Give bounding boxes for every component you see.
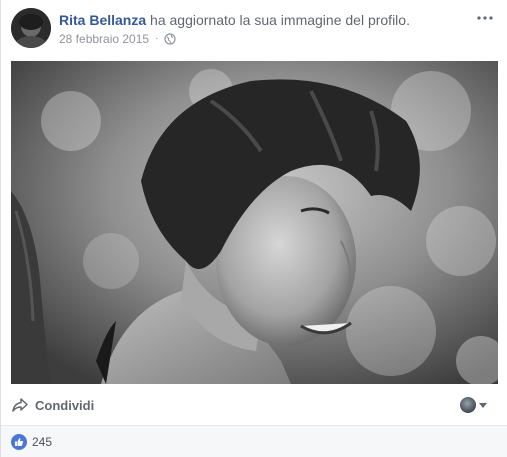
post-card: Rita Bellanza ha aggiornato la sua immag…: [0, 0, 507, 457]
thumbs-up-icon: [11, 434, 27, 450]
share-button[interactable]: Condividi: [11, 393, 94, 417]
share-label: Condividi: [35, 397, 95, 413]
author-avatar[interactable]: [11, 8, 51, 48]
post-action-text: ha aggiornato la sua immagine del profil…: [146, 12, 410, 28]
audience-avatar-icon: [460, 397, 476, 413]
reactions-summary[interactable]: 245: [11, 434, 52, 450]
reactions-footer: 245: [1, 426, 507, 457]
more-options-icon[interactable]: [473, 8, 497, 28]
meta-separator: ·: [155, 33, 159, 44]
post-date-link[interactable]: 28 febbraio 2015: [59, 31, 149, 47]
share-arrow-icon: [12, 398, 28, 412]
post-meta: 28 febbraio 2015 ·: [59, 31, 177, 47]
post-headline: Rita Bellanza ha aggiornato la sua immag…: [59, 11, 467, 29]
post-header: Rita Bellanza ha aggiornato la sua immag…: [11, 8, 497, 48]
audience-selector[interactable]: [460, 395, 487, 415]
author-name-link[interactable]: Rita Bellanza: [59, 12, 146, 28]
post-actions-row: Condividi: [1, 390, 507, 420]
globe-icon[interactable]: [164, 33, 177, 45]
chevron-down-icon: [479, 402, 487, 408]
like-count: 245: [32, 435, 53, 449]
profile-photo[interactable]: [11, 61, 498, 384]
